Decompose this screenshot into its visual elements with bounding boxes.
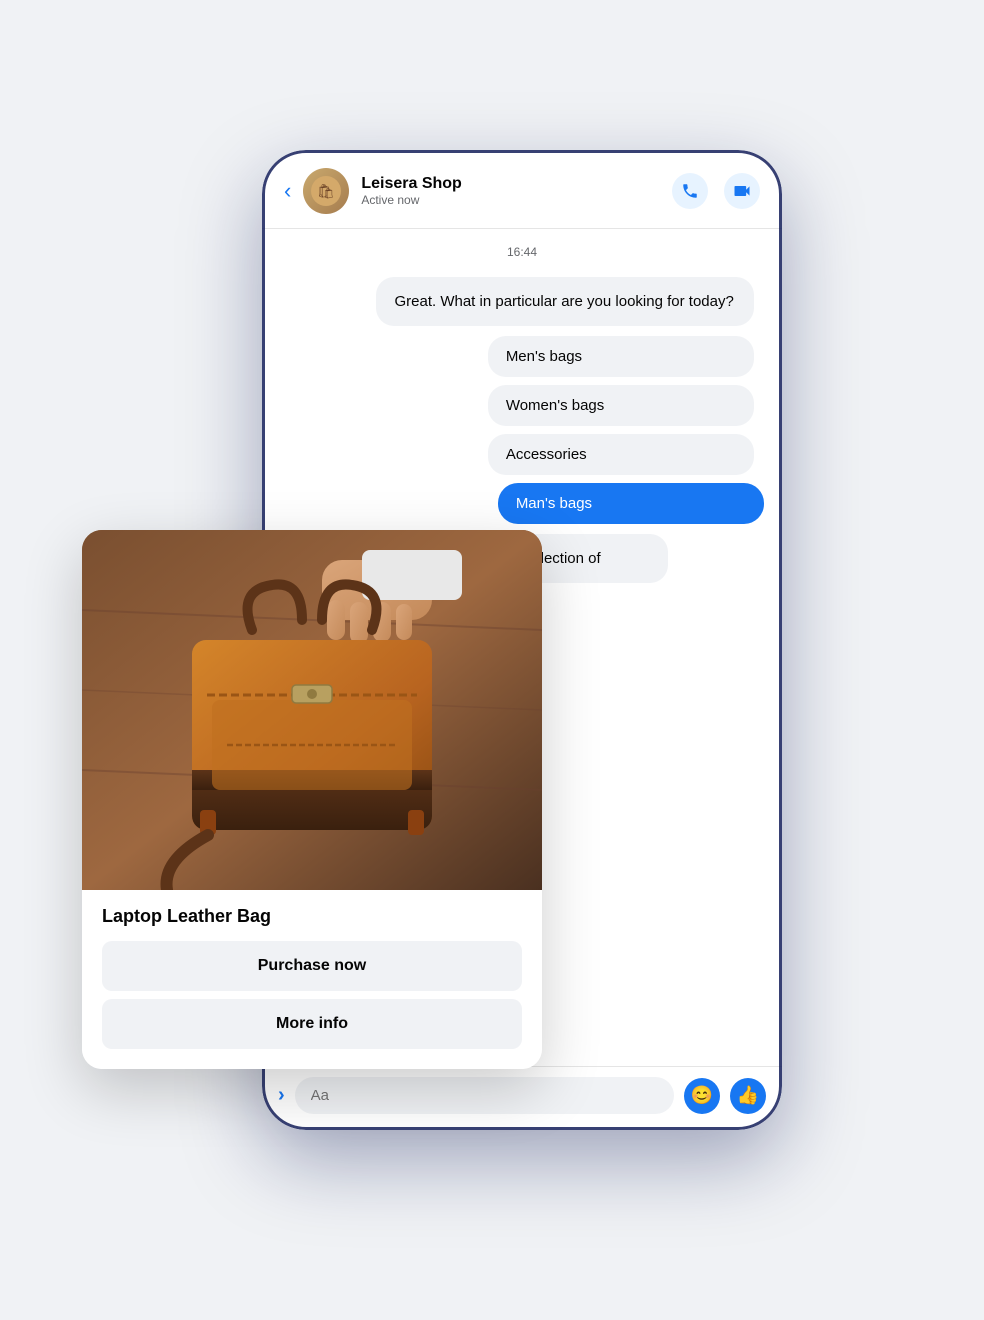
product-card: Laptop Leather Bag Purchase now More inf… (82, 530, 542, 1069)
expand-button[interactable]: › (278, 1084, 285, 1107)
like-button[interactable]: 👍 (730, 1078, 766, 1114)
video-icon (732, 181, 752, 201)
message-input[interactable] (295, 1077, 674, 1114)
user-message-1: Man's bags (498, 483, 764, 524)
video-call-button[interactable] (724, 173, 760, 209)
option-womens-bags[interactable]: Women's bags (488, 385, 754, 426)
purchase-button[interactable]: Purchase now (102, 941, 522, 991)
call-button[interactable] (672, 173, 708, 209)
back-button[interactable]: ‹ (284, 178, 291, 204)
svg-text:🛍: 🛍 (317, 183, 335, 199)
chat-header: ‹ 🛍 Leisera Shop Active now (262, 150, 782, 229)
product-info: Laptop Leather Bag Purchase now More inf… (82, 890, 542, 1069)
header-info: Leisera Shop Active now (361, 175, 660, 207)
scene: ‹ 🛍 Leisera Shop Active now (142, 110, 842, 1210)
bot-message-1: Great. What in particular are you lookin… (376, 277, 754, 326)
shop-status: Active now (361, 193, 660, 207)
bag-svg (82, 530, 542, 890)
chat-input-bar: › 😊 👍 (262, 1066, 782, 1130)
avatar: 🛍 (303, 168, 349, 214)
emoji-button[interactable]: 😊 (684, 1078, 720, 1114)
shop-name: Leisera Shop (361, 175, 660, 193)
phone-icon (681, 182, 699, 200)
header-icons (672, 173, 760, 209)
more-info-button[interactable]: More info (102, 999, 522, 1049)
option-accessories[interactable]: Accessories (488, 434, 754, 475)
option-mens-bags[interactable]: Men's bags (488, 336, 754, 377)
avatar-image: 🛍 (303, 168, 349, 214)
thumbs-up-icon: 👍 (737, 1085, 759, 1106)
emoji-icon: 😊 (691, 1085, 713, 1106)
product-image (82, 530, 542, 890)
timestamp: 16:44 (280, 245, 764, 259)
product-name: Laptop Leather Bag (102, 906, 522, 927)
